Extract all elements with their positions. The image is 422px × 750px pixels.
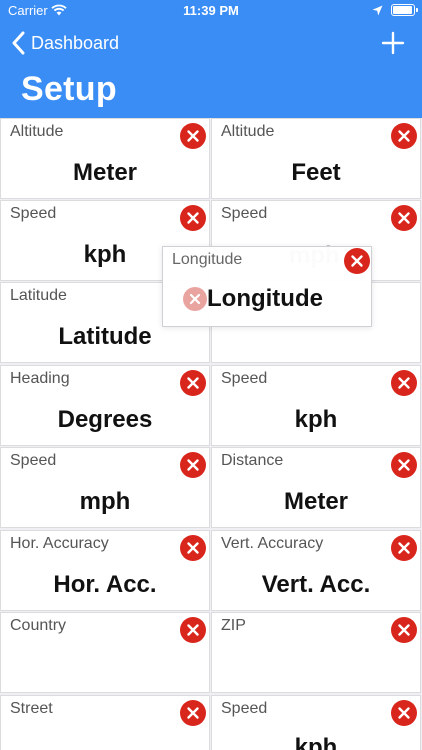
tile-label: Altitude <box>10 123 64 140</box>
widget-tile[interactable]: Vert. Accuracy Vert. Acc. <box>211 530 421 611</box>
close-icon <box>351 255 363 267</box>
tile-label: Longitude <box>172 251 243 268</box>
delete-button[interactable] <box>391 370 417 396</box>
delete-button[interactable] <box>183 287 207 311</box>
tile-value: Degrees <box>57 406 153 433</box>
close-icon <box>187 377 199 389</box>
tile-label: Latitude <box>10 287 67 304</box>
delete-button[interactable] <box>391 535 417 561</box>
battery-icon <box>391 4 418 16</box>
delete-button[interactable] <box>391 617 417 643</box>
delete-button[interactable] <box>391 452 417 478</box>
close-icon <box>187 624 199 636</box>
tile-value: Latitude <box>58 323 152 350</box>
close-icon <box>187 459 199 471</box>
delete-button[interactable] <box>391 700 417 726</box>
close-icon <box>187 212 199 224</box>
tile-label: Street <box>10 700 53 717</box>
page-title: Setup <box>21 70 117 108</box>
tile-label: Speed <box>221 700 268 717</box>
dragging-tile[interactable]: Longitude Longitude <box>162 246 372 327</box>
widget-tile[interactable]: Distance Meter <box>211 447 421 528</box>
tile-value: kph <box>294 734 338 750</box>
tile-value: Hor. Acc. <box>53 571 157 598</box>
delete-button[interactable] <box>180 370 206 396</box>
close-icon <box>398 542 410 554</box>
tile-value: Meter <box>72 159 138 186</box>
close-icon <box>398 212 410 224</box>
tile-label: Hor. Accuracy <box>10 535 109 552</box>
tile-label: Speed <box>221 205 268 222</box>
delete-button[interactable] <box>344 248 370 274</box>
delete-button[interactable] <box>180 123 206 149</box>
delete-button[interactable] <box>180 700 206 726</box>
widget-tile[interactable]: Speed kph <box>211 365 421 446</box>
location-arrow-icon <box>372 5 383 16</box>
widget-tile[interactable]: Altitude Meter <box>0 118 210 199</box>
close-icon <box>398 624 410 636</box>
delete-button[interactable] <box>391 205 417 231</box>
close-icon <box>398 130 410 142</box>
back-button-label: Dashboard <box>31 32 120 53</box>
widget-tile[interactable]: Speed mph <box>0 447 210 528</box>
close-icon <box>187 542 199 554</box>
tile-value: kph <box>294 406 338 433</box>
tile-label: Country <box>10 617 67 634</box>
delete-button[interactable] <box>180 452 206 478</box>
tile-value: mph <box>79 488 131 515</box>
tile-value: Meter <box>283 488 349 515</box>
delete-button[interactable] <box>391 123 417 149</box>
close-icon <box>189 293 201 305</box>
delete-button[interactable] <box>180 205 206 231</box>
close-icon <box>398 459 410 471</box>
close-icon <box>398 377 410 389</box>
navigation-header: Carrier 11:39 PM Dashboard Setup <box>0 0 422 118</box>
widget-tile[interactable]: Altitude Feet <box>211 118 421 199</box>
close-icon <box>187 130 199 142</box>
delete-button[interactable] <box>180 535 206 561</box>
tile-label: Heading <box>10 370 70 387</box>
close-icon <box>398 707 410 719</box>
tile-value: Feet <box>291 159 341 186</box>
widget-tile[interactable]: Street <box>0 695 210 750</box>
widget-tile[interactable]: ZIP <box>211 612 421 693</box>
widget-tile[interactable]: Hor. Accuracy Hor. Acc. <box>0 530 210 611</box>
delete-button[interactable] <box>180 617 206 643</box>
widget-tile[interactable]: Speed kph <box>211 695 421 750</box>
close-icon <box>187 707 199 719</box>
tile-label: Vert. Accuracy <box>221 535 324 552</box>
status-bar: Carrier 11:39 PM <box>0 0 422 22</box>
tile-label: ZIP <box>221 617 246 634</box>
widget-tile[interactable]: Country <box>0 612 210 693</box>
add-icon[interactable] <box>378 28 408 58</box>
tile-label: Speed <box>10 205 57 222</box>
status-time: 11:39 PM <box>183 3 239 18</box>
tile-value: Longitude <box>207 285 323 312</box>
widget-tile[interactable]: Heading Degrees <box>0 365 210 446</box>
chevron-left-icon <box>12 31 25 55</box>
tile-label: Speed <box>10 452 57 469</box>
tile-label: Altitude <box>221 123 275 140</box>
tile-label: Speed <box>221 370 268 387</box>
tile-value: Vert. Acc. <box>261 571 371 598</box>
tile-label: Distance <box>221 452 284 469</box>
back-button[interactable]: Dashboard <box>10 28 119 58</box>
